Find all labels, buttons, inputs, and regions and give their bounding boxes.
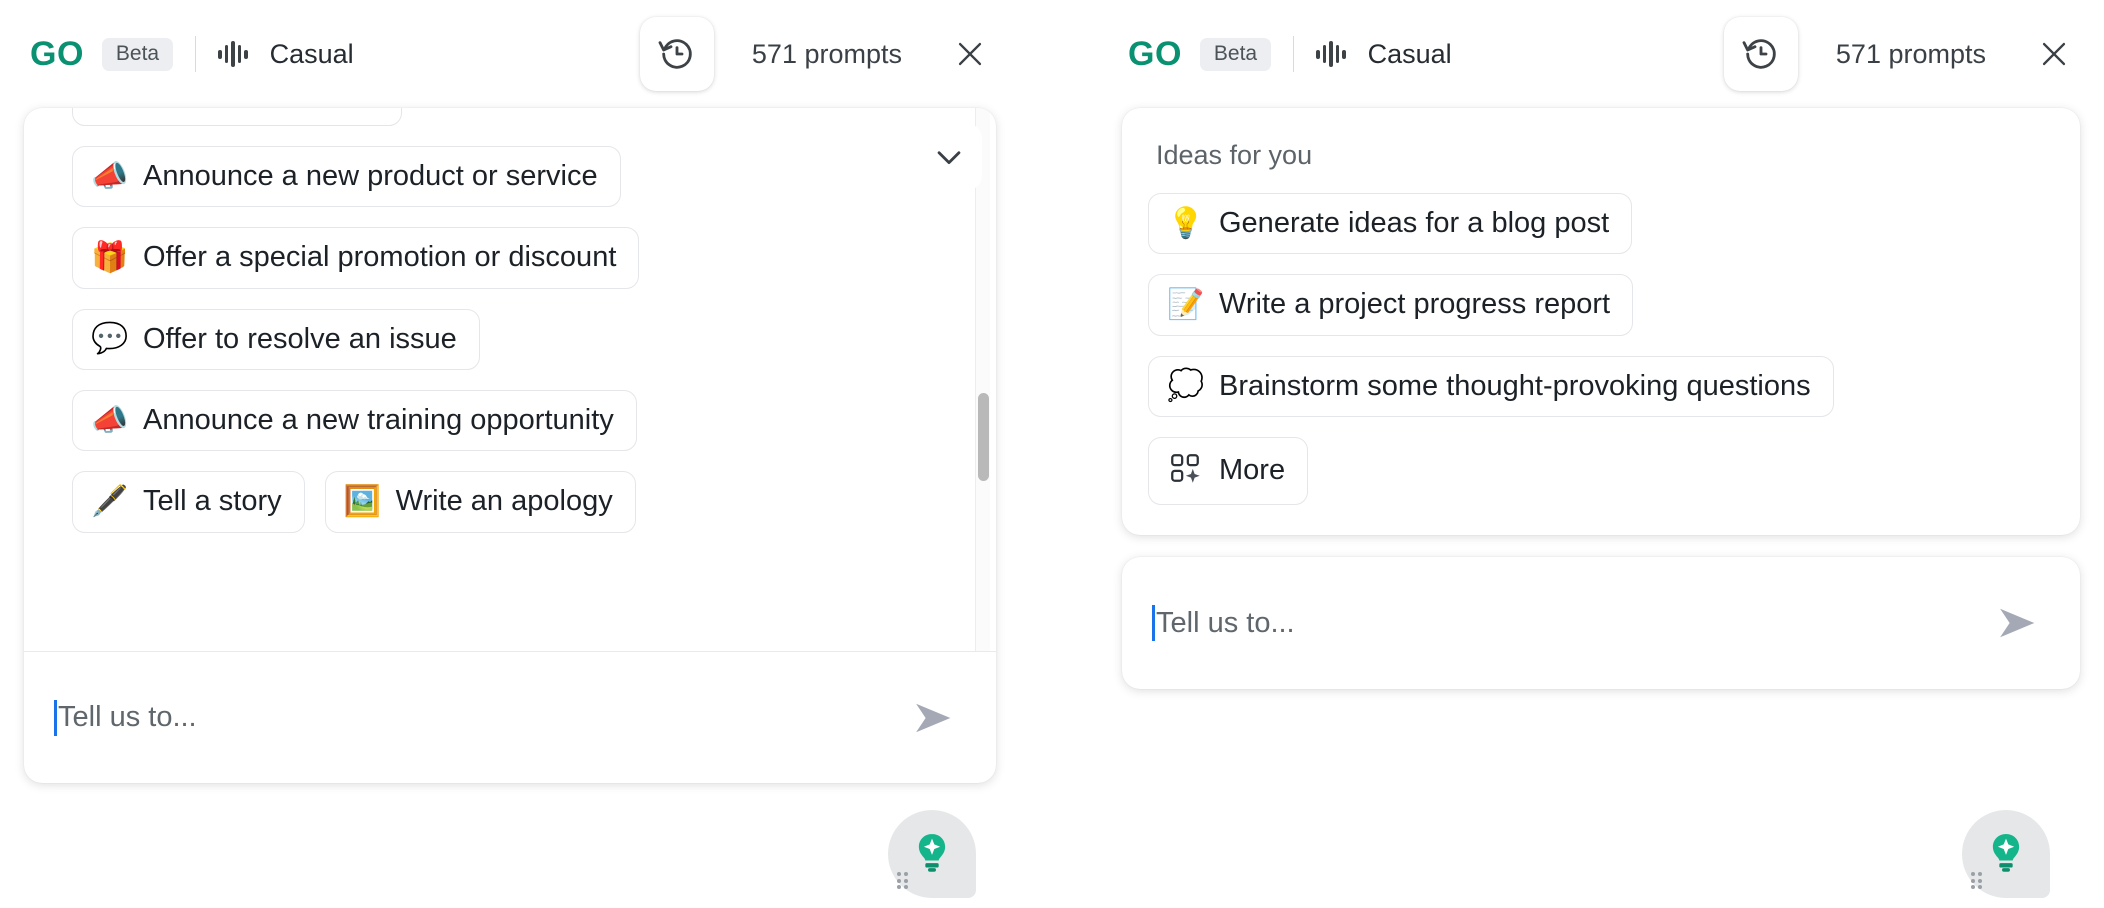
more-button[interactable]: More — [1148, 437, 1309, 506]
composer-placeholder: Tell us to... — [1156, 606, 1295, 639]
gift-icon: 🎁 — [91, 241, 129, 275]
idea-chip-brainstorm-questions[interactable]: 💭 Brainstorm some thought-provoking ques… — [1148, 355, 1834, 418]
prompt-chip-label: Announce a new training opportunity — [143, 404, 614, 437]
ideas-card: Ideas for you 💡 Generate ideas for a blo… — [1122, 108, 2080, 536]
grid-sparkle-icon — [1167, 451, 1203, 491]
left-panel-header: GO Beta Casual 571 prompts — [0, 0, 1020, 108]
tone-label[interactable]: Casual — [270, 39, 354, 70]
prompt-chip-label: Tell a story — [143, 485, 282, 518]
header-brand-group: GO Beta Casual — [30, 36, 354, 72]
prompt-chip-announce-product[interactable]: 📣 Announce a new product or service — [72, 146, 621, 208]
screenshot-root: GO Beta Casual 571 prompts 📣 Announce a … — [0, 0, 2104, 908]
prompt-count-label: 571 prompts — [751, 38, 902, 69]
idea-chip-label: Generate ideas for a blog post — [1219, 207, 1610, 239]
prompt-chip-label: Write an apology — [395, 485, 613, 518]
header-actions: 571 prompts — [639, 17, 1020, 91]
quill-pen-icon: 🖋️ — [91, 485, 129, 519]
header-divider — [1293, 36, 1295, 72]
right-composer-input[interactable]: Tell us to... — [1152, 605, 1986, 642]
prompt-chip-special-promotion[interactable]: 🎁 Offer a special promotion or discount — [72, 227, 640, 289]
speech-bubble-check-icon: 💬 — [91, 322, 129, 356]
close-button[interactable] — [2032, 32, 2076, 76]
close-button[interactable] — [948, 32, 992, 76]
beta-badge: Beta — [101, 37, 174, 71]
chip-row: 💬 Offer to resolve an issue — [46, 308, 974, 371]
scrollbar-thumb[interactable] — [978, 393, 989, 481]
history-clock-icon — [1742, 39, 1776, 69]
close-icon — [958, 42, 982, 66]
chevron-down-icon — [937, 151, 961, 165]
left-prompt-card: 📣 Announce a new product or service 🎁 Of… — [24, 108, 996, 783]
assistant-fab-right[interactable] — [1962, 810, 2050, 898]
prompt-chip-announce-training[interactable]: 📣 Announce a new training opportunity — [72, 390, 637, 452]
right-send-button[interactable] — [1986, 592, 2048, 654]
right-panel: GO Beta Casual 571 prompts Ideas for you… — [1098, 0, 2104, 690]
scrollbar[interactable] — [975, 108, 990, 651]
waveform-icon[interactable] — [1316, 41, 1346, 67]
left-panel: GO Beta Casual 571 prompts 📣 Announce a … — [0, 0, 1020, 783]
prompt-chip-list: 📣 Announce a new product or service 🎁 Of… — [46, 108, 974, 533]
right-panel-header: GO Beta Casual 571 prompts — [1098, 0, 2104, 108]
right-composer[interactable]: Tell us to... — [1122, 557, 2080, 689]
history-button[interactable] — [1723, 17, 1798, 91]
megaphone-icon: 📣 — [91, 159, 129, 193]
framed-picture-icon: 🖼️ — [343, 485, 381, 519]
assistant-fab-left[interactable] — [888, 810, 976, 898]
prompt-chip-write-an-apology[interactable]: 🖼️ Write an apology — [324, 471, 636, 533]
prompt-chip-label: Offer to resolve an issue — [143, 322, 457, 355]
idea-chip-blog-post[interactable]: 💡 Generate ideas for a blog post — [1148, 193, 1633, 255]
tone-label[interactable]: Casual — [1368, 39, 1452, 70]
send-arrow-icon — [916, 703, 951, 732]
prompt-chip-tell-a-story[interactable]: 🖋️ Tell a story — [72, 471, 305, 533]
send-arrow-icon — [2000, 608, 2035, 638]
chip-row: 📣 Announce a new training opportunity — [46, 390, 974, 452]
header-actions: 571 prompts — [1723, 17, 2104, 91]
memo-icon: 📝 — [1167, 288, 1205, 322]
idea-chip-label: Write a project progress report — [1219, 288, 1611, 321]
drag-grip-icon[interactable] — [897, 872, 908, 889]
left-composer[interactable]: Tell us to... — [24, 651, 996, 783]
history-clock-icon — [658, 39, 692, 69]
thought-bolt-icon: 💭 — [1167, 369, 1205, 403]
chip-row: 📣 Announce a new product or service — [46, 146, 974, 208]
prompt-chip-label: Announce a new product or service — [143, 160, 598, 192]
lightbulb-sparkle-icon — [918, 834, 946, 872]
text-caret — [1152, 605, 1155, 642]
chip-row: 🎁 Offer a special promotion or discount — [46, 227, 974, 289]
left-send-button[interactable] — [902, 687, 964, 749]
lightbulb-sparkle-icon — [1992, 834, 2020, 872]
idea-chip-label: Brainstorm some thought-provoking questi… — [1219, 369, 1811, 402]
go-logo: GO — [1128, 35, 1182, 73]
clipped-chip-above[interactable] — [72, 108, 402, 126]
ideas-chip-list: 💡 Generate ideas for a blog post 📝 Write… — [1148, 193, 2054, 506]
text-caret — [54, 699, 57, 736]
close-icon — [2042, 42, 2066, 66]
beta-badge: Beta — [1199, 37, 1272, 71]
history-button[interactable] — [639, 17, 714, 91]
idea-chip-progress-report[interactable]: 📝 Write a project progress report — [1148, 274, 1634, 336]
drag-grip-icon[interactable] — [1971, 872, 1982, 889]
left-composer-input[interactable]: Tell us to... — [54, 699, 902, 736]
more-button-label: More — [1219, 454, 1286, 487]
chip-row: 🖋️ Tell a story 🖼️ Write an apology — [46, 471, 974, 533]
collapse-button[interactable] — [916, 124, 982, 190]
go-logo: GO — [30, 35, 84, 73]
lightbulb-icon: 💡 — [1167, 206, 1205, 240]
prompt-chip-label: Offer a special promotion or discount — [143, 241, 617, 274]
header-brand-group: GO Beta Casual — [1128, 36, 1452, 72]
right-composer-card: Tell us to... — [1122, 557, 2080, 690]
composer-placeholder: Tell us to... — [58, 701, 197, 733]
prompt-chip-resolve-issue[interactable]: 💬 Offer to resolve an issue — [72, 308, 480, 371]
megaphone-icon: 📣 — [91, 403, 129, 437]
waveform-icon[interactable] — [218, 41, 248, 67]
prompt-count-label: 571 prompts — [1835, 38, 1986, 69]
header-divider — [195, 36, 197, 72]
ideas-section-title: Ideas for you — [1156, 140, 1313, 170]
prompt-scroll-region[interactable]: 📣 Announce a new product or service 🎁 Of… — [24, 108, 996, 651]
